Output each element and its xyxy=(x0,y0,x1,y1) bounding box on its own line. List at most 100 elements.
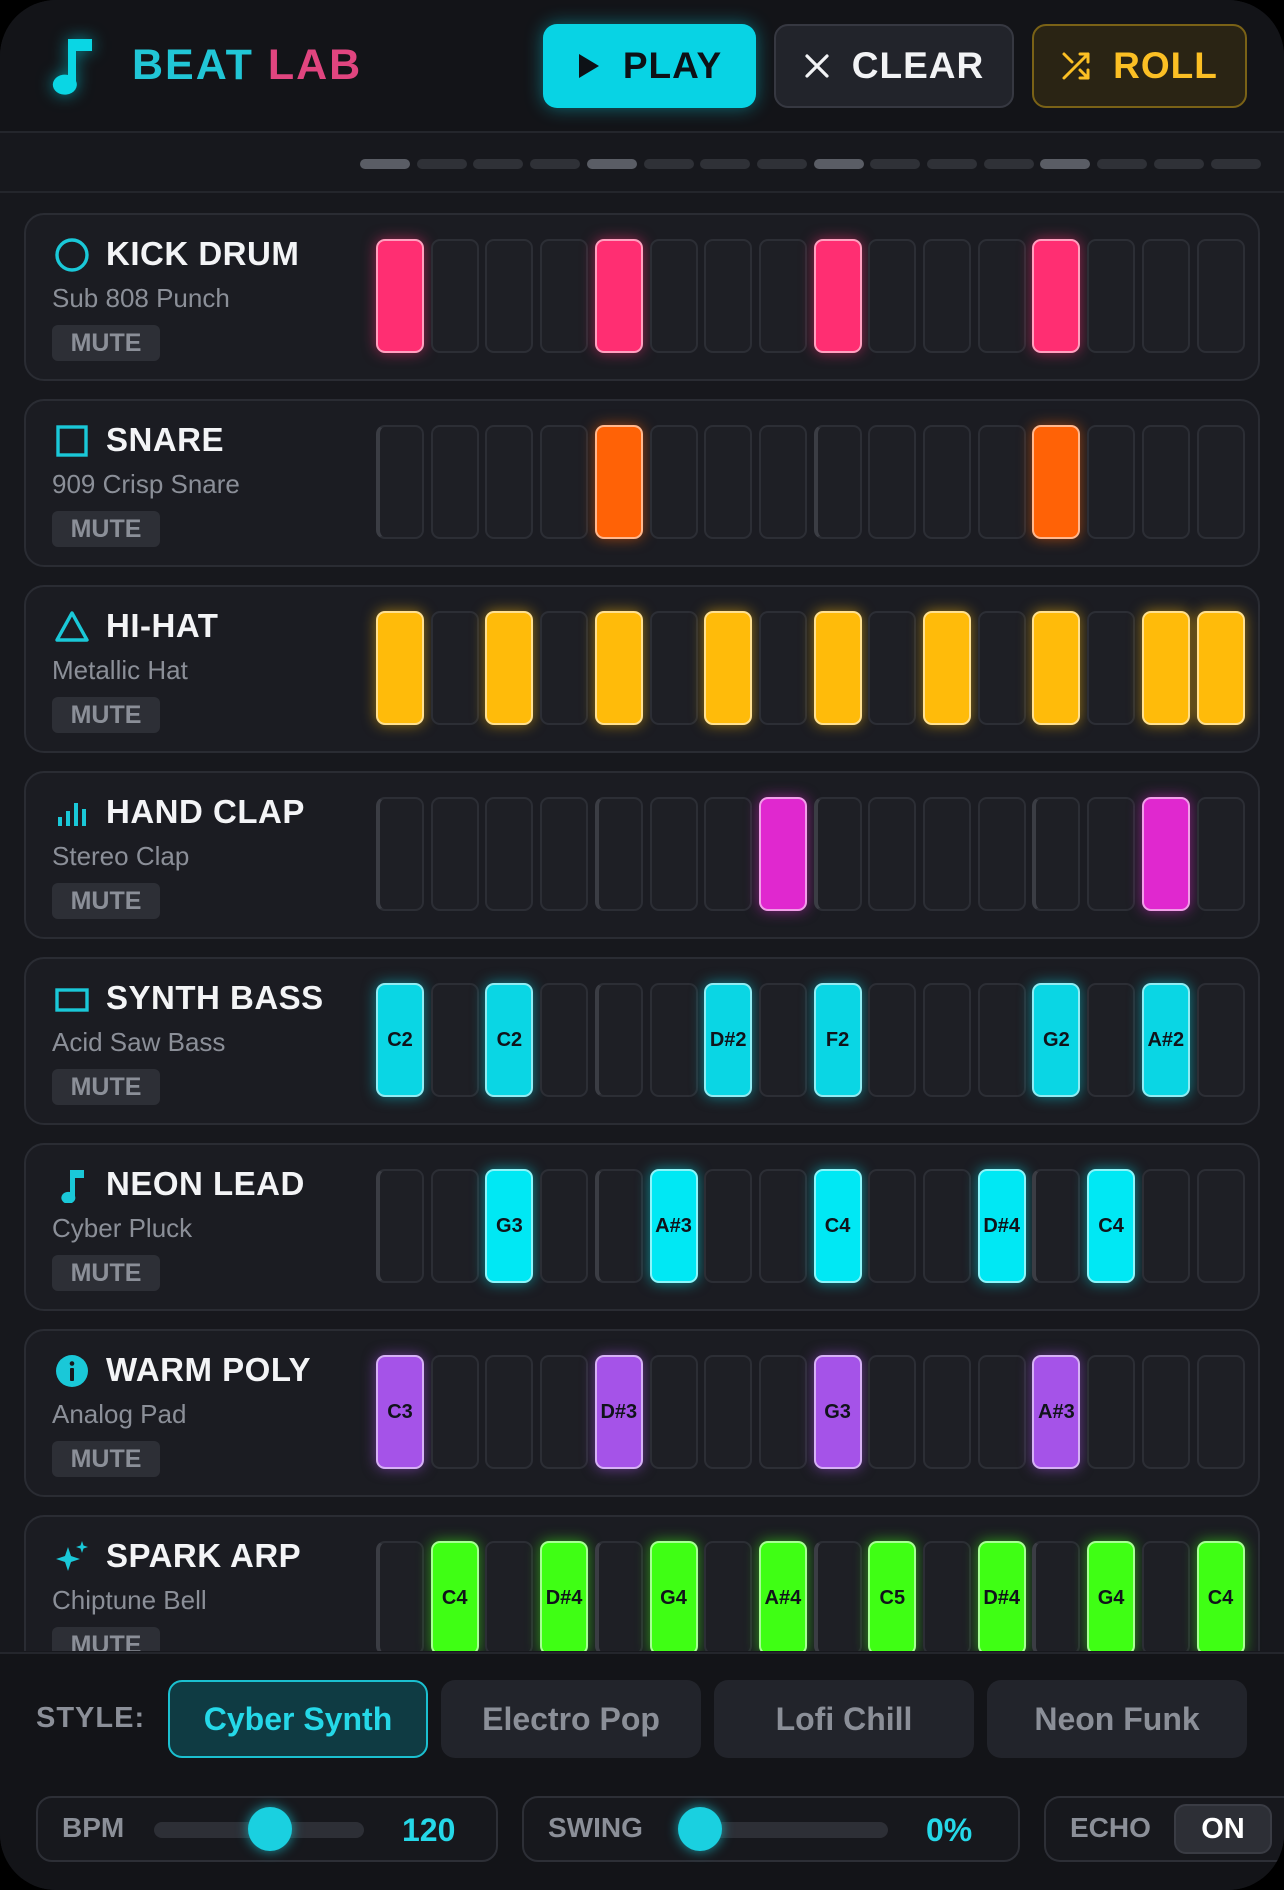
step-pad-active[interactable] xyxy=(1032,239,1081,353)
step-pad-active[interactable] xyxy=(1196,611,1245,725)
step-pad[interactable] xyxy=(594,797,643,911)
step-pad[interactable] xyxy=(758,983,807,1097)
step-pad[interactable] xyxy=(923,1541,971,1651)
step-pad-active[interactable] xyxy=(594,239,643,353)
step-pad[interactable] xyxy=(594,1169,643,1283)
step-pad-active[interactable] xyxy=(594,425,643,539)
step-pad[interactable] xyxy=(1196,1169,1245,1283)
step-pad-active[interactable]: C2 xyxy=(376,983,424,1097)
mute-button[interactable]: MUTE xyxy=(52,1441,160,1477)
style-cyber-synth[interactable]: Cyber Synth xyxy=(168,1680,428,1758)
step-pad[interactable] xyxy=(540,797,589,911)
step-pad[interactable] xyxy=(376,425,424,539)
step-pad-active[interactable] xyxy=(923,611,971,725)
step-pad[interactable] xyxy=(649,239,698,353)
step-pad[interactable] xyxy=(813,425,862,539)
step-pad[interactable] xyxy=(1141,1355,1190,1469)
step-pad[interactable] xyxy=(430,425,479,539)
step-pad[interactable] xyxy=(649,1355,698,1469)
step-pad[interactable] xyxy=(649,611,698,725)
step-pad-active[interactable] xyxy=(758,797,807,911)
step-pad-active[interactable]: D#4 xyxy=(540,1541,589,1651)
step-pad[interactable] xyxy=(758,239,807,353)
step-pad-active[interactable]: D#3 xyxy=(594,1355,643,1469)
step-pad[interactable] xyxy=(704,1541,753,1651)
step-pad[interactable] xyxy=(923,983,971,1097)
mute-button[interactable]: MUTE xyxy=(52,1627,160,1651)
step-pad[interactable] xyxy=(704,797,753,911)
mute-button[interactable]: MUTE xyxy=(52,883,160,919)
step-pad[interactable] xyxy=(540,1355,589,1469)
step-pad[interactable] xyxy=(430,1169,479,1283)
swing-slider-knob[interactable] xyxy=(678,1807,722,1851)
step-pad-active[interactable] xyxy=(1141,611,1190,725)
step-pad[interactable] xyxy=(923,797,971,911)
step-pad[interactable] xyxy=(977,1355,1026,1469)
step-pad-active[interactable]: G2 xyxy=(1032,983,1081,1097)
step-pad[interactable] xyxy=(868,1169,917,1283)
mute-button[interactable]: MUTE xyxy=(52,325,160,361)
clear-button[interactable]: CLEAR xyxy=(774,24,1014,108)
step-pad-active[interactable] xyxy=(813,611,862,725)
step-pad[interactable] xyxy=(1032,1541,1081,1651)
step-pad[interactable] xyxy=(649,983,698,1097)
step-pad[interactable] xyxy=(1087,1355,1136,1469)
step-pad[interactable] xyxy=(1087,239,1136,353)
step-pad[interactable] xyxy=(977,239,1026,353)
step-pad[interactable] xyxy=(868,239,917,353)
step-pad[interactable] xyxy=(704,1169,753,1283)
step-pad[interactable] xyxy=(704,239,753,353)
mute-button[interactable]: MUTE xyxy=(52,511,160,547)
step-pad[interactable] xyxy=(430,611,479,725)
step-pad[interactable] xyxy=(594,1541,643,1651)
step-pad[interactable] xyxy=(540,239,589,353)
step-pad[interactable] xyxy=(594,983,643,1097)
step-pad[interactable] xyxy=(704,425,753,539)
step-pad-active[interactable]: A#2 xyxy=(1141,983,1190,1097)
step-pad-active[interactable]: D#4 xyxy=(977,1169,1026,1283)
step-pad[interactable] xyxy=(1087,425,1136,539)
step-pad[interactable] xyxy=(485,1355,534,1469)
bpm-slider-knob[interactable] xyxy=(248,1807,292,1851)
step-pad[interactable] xyxy=(1196,239,1245,353)
step-pad[interactable] xyxy=(376,797,424,911)
step-pad-active[interactable]: G3 xyxy=(485,1169,534,1283)
step-pad[interactable] xyxy=(1196,797,1245,911)
mute-button[interactable]: MUTE xyxy=(52,1255,160,1291)
step-pad[interactable] xyxy=(649,425,698,539)
step-pad[interactable] xyxy=(376,1169,424,1283)
step-pad[interactable] xyxy=(704,1355,753,1469)
step-pad[interactable] xyxy=(430,983,479,1097)
step-pad-active[interactable]: C2 xyxy=(485,983,534,1097)
step-pad[interactable] xyxy=(977,983,1026,1097)
step-pad[interactable] xyxy=(868,611,917,725)
step-pad[interactable] xyxy=(923,239,971,353)
step-pad-active[interactable]: C4 xyxy=(813,1169,862,1283)
step-pad-active[interactable] xyxy=(376,611,424,725)
step-pad[interactable] xyxy=(430,239,479,353)
step-pad[interactable] xyxy=(1087,983,1136,1097)
step-pad-active[interactable]: C3 xyxy=(376,1355,424,1469)
step-pad[interactable] xyxy=(1141,1541,1190,1651)
step-pad[interactable] xyxy=(485,797,534,911)
step-pad-active[interactable]: F2 xyxy=(813,983,862,1097)
step-pad[interactable] xyxy=(1087,797,1136,911)
step-pad-active[interactable]: A#4 xyxy=(758,1541,807,1651)
step-pad-active[interactable] xyxy=(594,611,643,725)
play-button[interactable]: PLAY xyxy=(543,24,756,108)
step-pad[interactable] xyxy=(430,1355,479,1469)
step-pad-active[interactable]: D#4 xyxy=(977,1541,1026,1651)
mute-button[interactable]: MUTE xyxy=(52,697,160,733)
step-pad[interactable] xyxy=(923,1169,971,1283)
step-pad[interactable] xyxy=(868,425,917,539)
step-pad-active[interactable]: G3 xyxy=(813,1355,862,1469)
step-pad[interactable] xyxy=(540,983,589,1097)
step-pad[interactable] xyxy=(923,425,971,539)
step-pad[interactable] xyxy=(430,797,479,911)
step-pad-active[interactable]: A#3 xyxy=(649,1169,698,1283)
step-pad-active[interactable]: C4 xyxy=(1196,1541,1245,1651)
step-pad[interactable] xyxy=(485,425,534,539)
step-pad[interactable] xyxy=(758,1169,807,1283)
step-pad[interactable] xyxy=(868,1355,917,1469)
step-pad[interactable] xyxy=(1141,1169,1190,1283)
